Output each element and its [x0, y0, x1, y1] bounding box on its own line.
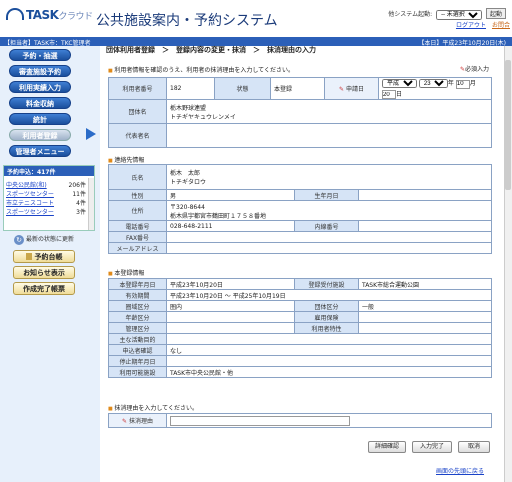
nav-reservation[interactable]: 予約・抽選 [9, 49, 71, 61]
reason-table: ✎ 抹消理由 [108, 413, 492, 428]
group-name: 栃木野球連盟 トチギヤキュウレンメイ [166, 99, 492, 124]
back-to-top-link[interactable]: 画面の先頭に戻る [436, 466, 484, 475]
nav-user-registration[interactable]: 利用者登録 [9, 129, 71, 141]
pen-icon: ✎ [338, 86, 344, 93]
scroll-thumb[interactable] [505, 60, 511, 190]
birth-value [358, 189, 492, 201]
list-item[interactable]: 市立テニスコート 4件 [6, 198, 86, 207]
registration-section-title: 本登録情報 [108, 268, 144, 277]
year-select[interactable]: 23 [418, 79, 448, 88]
list-item[interactable]: 中央公民館(和) 206件 [6, 180, 86, 189]
contact-section-title: 連絡先情報 [108, 155, 144, 164]
header: TASKクラウド 公共施設案内・予約システム 他システム起動: -- 未選択 -… [0, 0, 512, 36]
mail-value [166, 242, 492, 254]
nav-review-reservation[interactable]: 審査施設予約 [9, 65, 71, 77]
reservation-panel: 予約申込：417件 中央公民館(和) 206件 スポーツセンター 11件 市立テニス… [3, 165, 95, 231]
detail-button[interactable]: 詳細確認 [368, 441, 406, 453]
cancel-button[interactable]: 取消 [458, 441, 490, 453]
reg-facility: TASK市総合運動公園 [358, 278, 492, 290]
logo-arc-icon [6, 8, 24, 20]
pen-icon: ✎ [121, 418, 127, 425]
day-input[interactable] [382, 90, 396, 99]
list-item[interactable]: スポーツセンター 11件 [6, 189, 86, 198]
ext-value [358, 220, 492, 232]
refresh-icon: ↻ [14, 234, 24, 245]
today-info: 【本日】平成23年10月20日(木) [418, 40, 506, 47]
reason-input[interactable] [170, 415, 350, 426]
sidebar: 予約・抽選 審査施設予約 利用実績入力 料金収納 統計 利用者登録 管理者メニュ… [0, 46, 100, 482]
valid-period: 平成23年10月20日 ～ 平成25年10月19日 [166, 289, 492, 301]
contact-name: 栃木 太郎 トチギタロウ [166, 164, 492, 190]
user-number: 182 [166, 77, 215, 100]
report-button[interactable]: 作成完了帳票 [13, 282, 75, 295]
status-value: 本登録 [270, 77, 325, 100]
refresh-button[interactable]: ↻ 最新の状態に更新 [14, 234, 74, 245]
registration-table: 本登録年月日 平成23年10月20日 登録受付施設 TASK市総合運動公園 有効… [108, 278, 492, 378]
system-select[interactable]: -- 未選択 -- [436, 10, 483, 20]
area-value: 圏内 [166, 300, 295, 312]
list-item[interactable]: スポーツセンター 3件 [6, 207, 86, 216]
basic-info-table: 利用者番号 182 状態 本登録 ✎申請日 平成 23年 月 日 団体名 栃木野… [108, 77, 492, 148]
stop-value [166, 355, 492, 367]
confirm-value: なし [166, 344, 492, 356]
contact-link[interactable]: お問合 [492, 22, 510, 29]
breadcrumb: 団体利用者登録 ＞ 登録内容の変更・抹消 ＞ 抹消理由の入力 [106, 46, 316, 54]
fax-value [166, 231, 492, 243]
purpose-value [166, 333, 492, 345]
nav-statistics[interactable]: 統計 [9, 113, 71, 125]
apply-date: 平成 23年 月 日 [378, 77, 492, 100]
reason-prompt: 抹消理由を入力してください。 [108, 403, 198, 412]
reason-cell [166, 413, 492, 428]
era-select[interactable]: 平成 [382, 79, 417, 88]
active-arrow-icon [86, 128, 96, 140]
reservation-scrollbar[interactable] [88, 178, 94, 230]
manage-value [166, 322, 295, 334]
notice-button[interactable]: お知らせ表示 [13, 266, 75, 279]
book-icon [25, 253, 32, 260]
reservation-book-button[interactable]: 予約台帳 [13, 250, 75, 263]
header-links: ログアウト お問合 [450, 20, 510, 29]
address-value: 〒320-8644 栃木県宇都宮市鶴田町１７５８番地 [166, 200, 492, 221]
tel-value: 028-648-2111 [166, 220, 295, 232]
required-legend: ✎必須入力 [460, 66, 490, 73]
notice-text: 利用者情報を確認のうえ、利用者の抹消理由を入力してください。 [108, 65, 294, 74]
feature-value [358, 322, 492, 334]
reg-date: 平成23年10月20日 [166, 278, 295, 290]
avail-value: TASK市中央公民館・他 [166, 366, 492, 378]
logout-link[interactable]: ログアウト [456, 22, 486, 29]
sex-value: 男 [166, 189, 295, 201]
employ-value [358, 311, 492, 323]
contact-table: 氏名 栃木 太郎 トチギタロウ 性別 男 生年月日 住所 〒320-8644 栃木県… [108, 164, 492, 254]
logo: TASKクラウド [6, 8, 93, 22]
month-input[interactable] [455, 79, 470, 89]
nav-fee-collection[interactable]: 料金収納 [9, 97, 71, 109]
representative-name [166, 123, 492, 148]
start-button[interactable]: 起動 [485, 8, 506, 19]
nav-admin-menu[interactable]: 管理者メニュー [9, 145, 71, 157]
nav-usage-input[interactable]: 利用実績入力 [9, 81, 71, 93]
reservation-header: 予約申込：417件 [4, 166, 94, 176]
system-launcher: 他システム起動: -- 未選択 -- 起動 [388, 8, 506, 20]
age-value [166, 311, 295, 323]
complete-button[interactable]: 入力完了 [412, 441, 452, 453]
group-kind-value: 一般 [358, 300, 492, 312]
system-title: 公共施設案内・予約システム [96, 13, 278, 29]
